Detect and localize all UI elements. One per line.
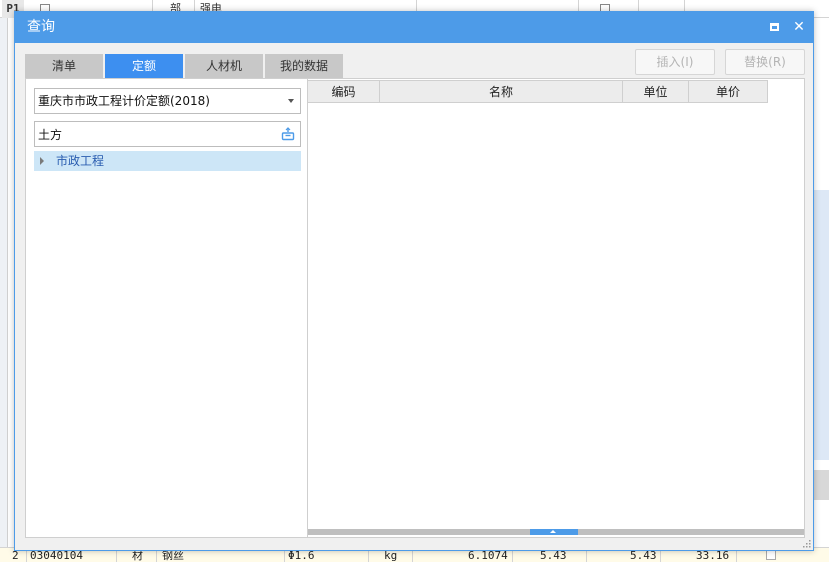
close-button[interactable]: ✕ — [790, 18, 808, 36]
query-dialog: 查询 ✕ 清单 定额 人材机 我的数据 插入(I) 替换(R) 重庆市市政工程计… — [14, 11, 814, 551]
chevron-down-icon — [288, 99, 294, 103]
horizontal-scrollbar[interactable] — [308, 529, 804, 535]
background-right-band — [812, 190, 829, 460]
cell-checkbox[interactable] — [766, 550, 776, 560]
replace-button[interactable]: 替换(R) — [725, 49, 805, 75]
insert-button[interactable]: 插入(I) — [635, 49, 715, 75]
close-icon: ✕ — [793, 19, 805, 35]
column-header-code[interactable]: 编码 — [308, 80, 380, 103]
tab-quota[interactable]: 定额 — [105, 54, 183, 78]
resize-grip-icon[interactable] — [803, 540, 811, 548]
dialog-titlebar[interactable]: 查询 ✕ — [15, 12, 813, 43]
library-select-value: 重庆市市政工程计价定额(2018) — [38, 94, 210, 108]
background-row-gutter — [0, 18, 8, 548]
column-header-name[interactable]: 名称 — [380, 80, 623, 103]
tab-my-data[interactable]: 我的数据 — [265, 54, 343, 78]
chevron-up-icon — [550, 530, 556, 533]
tree-item-label: 市政工程 — [56, 154, 105, 168]
tab-bill[interactable]: 清单 — [25, 54, 103, 78]
results-grid: 编码 名称 单位 单价 — [308, 79, 804, 537]
maximize-icon — [770, 23, 779, 31]
column-header-price[interactable]: 单价 — [689, 80, 768, 103]
caret-right-icon[interactable] — [40, 157, 44, 165]
search-field — [34, 121, 301, 147]
dialog-title: 查询 — [27, 19, 55, 35]
column-header-unit[interactable]: 单位 — [623, 80, 689, 103]
search-icon[interactable] — [281, 127, 295, 141]
background-right-tab — [812, 470, 829, 500]
library-select[interactable]: 重庆市市政工程计价定额(2018) — [34, 88, 301, 114]
left-pane: 重庆市市政工程计价定额(2018) 市政工程 — [26, 79, 308, 537]
search-input[interactable] — [37, 124, 272, 144]
scrollbar-thumb[interactable] — [530, 529, 578, 535]
tree-item-municipal[interactable]: 市政工程 — [34, 151, 301, 171]
content-panel: 重庆市市政工程计价定额(2018) 市政工程 编码 名称 — [25, 78, 805, 538]
maximize-button[interactable] — [766, 18, 784, 36]
tab-labor-material-machine[interactable]: 人材机 — [185, 54, 263, 78]
